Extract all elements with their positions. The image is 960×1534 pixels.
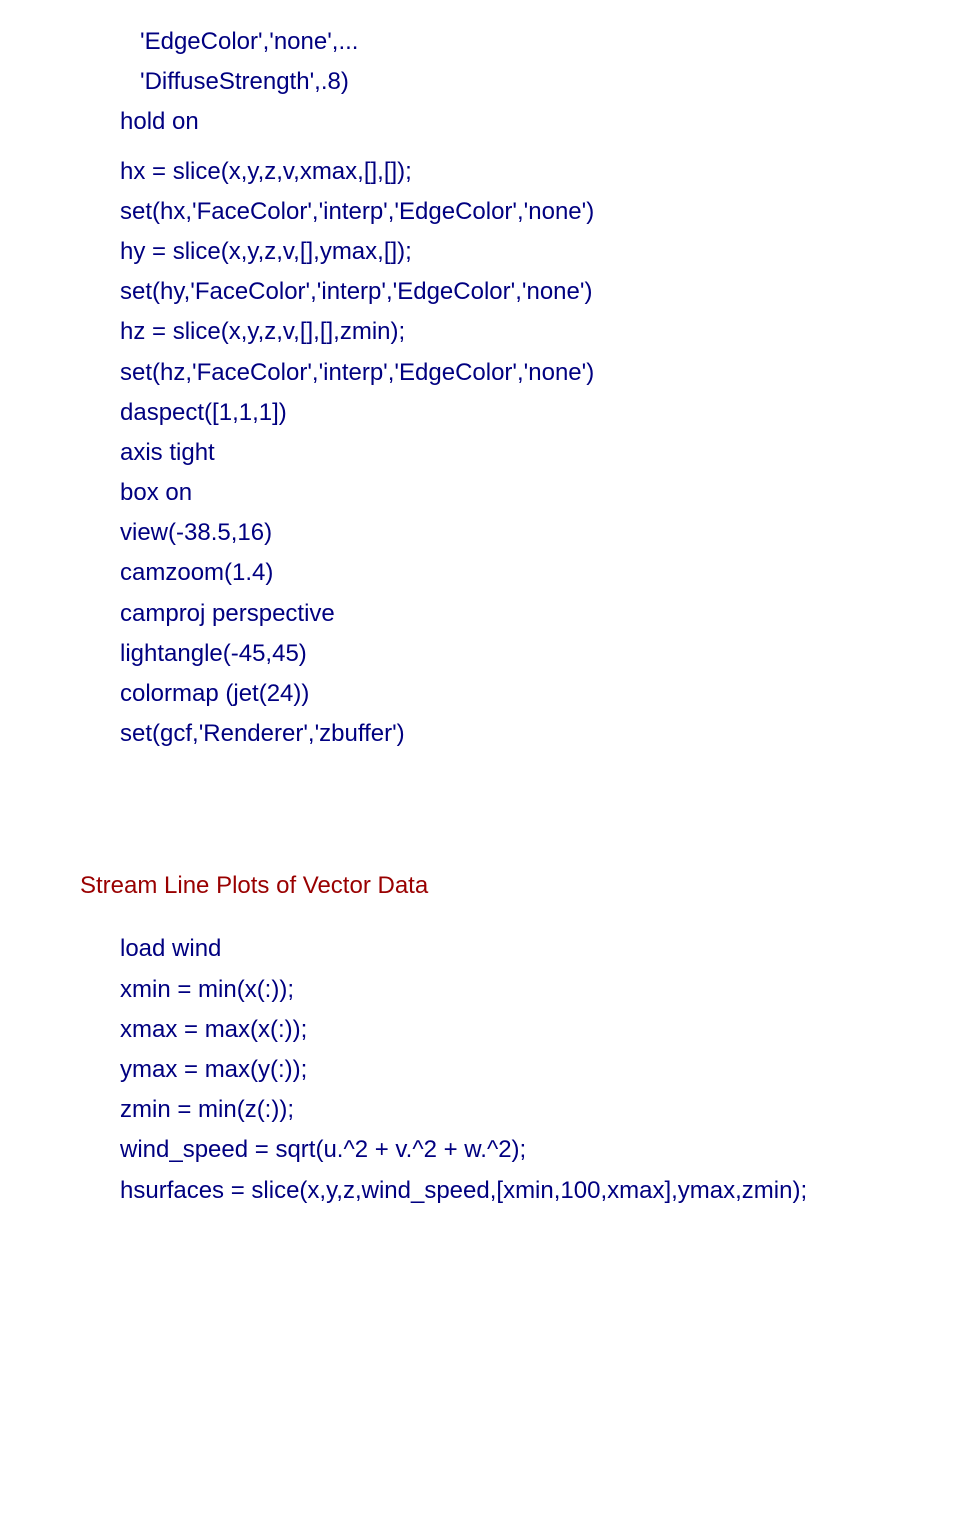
code-line: axis tight: [120, 434, 920, 471]
code-line: ymax = max(y(:));: [120, 1051, 920, 1088]
document-page: 'EdgeColor','none',... 'DiffuseStrength'…: [0, 0, 960, 1252]
code-line: load wind: [120, 930, 920, 967]
code-line: view(-38.5,16): [120, 514, 920, 551]
code-line: hx = slice(x,y,z,v,xmax,[],[]);: [120, 153, 920, 190]
code-line: set(gcf,'Renderer','zbuffer'): [120, 715, 920, 752]
code-line: camproj perspective: [120, 595, 920, 632]
code-line: 'EdgeColor','none',...: [120, 23, 920, 60]
code-line: wind_speed = sqrt(u.^2 + v.^2 + w.^2);: [120, 1131, 920, 1168]
code-line: hold on: [120, 103, 920, 140]
code-line: set(hx,'FaceColor','interp','EdgeColor',…: [120, 193, 920, 230]
code-block-2: load wind xmin = min(x(:)); xmax = max(x…: [80, 930, 920, 1208]
code-line: hsurfaces = slice(x,y,z,wind_speed,[xmin…: [120, 1172, 920, 1209]
code-line: set(hz,'FaceColor','interp','EdgeColor',…: [120, 354, 920, 391]
code-line: zmin = min(z(:));: [120, 1091, 920, 1128]
code-line: colormap (jet(24)): [120, 675, 920, 712]
code-line: 'DiffuseStrength',.8): [120, 63, 920, 100]
code-line: hy = slice(x,y,z,v,[],ymax,[]);: [120, 233, 920, 270]
code-line: xmin = min(x(:));: [120, 971, 920, 1008]
code-line: daspect([1,1,1]): [120, 394, 920, 431]
section-heading: Stream Line Plots of Vector Data: [80, 872, 920, 900]
code-line: box on: [120, 474, 920, 511]
code-line: hz = slice(x,y,z,v,[],[],zmin);: [120, 313, 920, 350]
code-line: camzoom(1.4): [120, 554, 920, 591]
code-line: lightangle(-45,45): [120, 635, 920, 672]
code-line: set(hy,'FaceColor','interp','EdgeColor',…: [120, 273, 920, 310]
code-line: xmax = max(x(:));: [120, 1011, 920, 1048]
code-block-1: 'EdgeColor','none',... 'DiffuseStrength'…: [80, 23, 920, 752]
